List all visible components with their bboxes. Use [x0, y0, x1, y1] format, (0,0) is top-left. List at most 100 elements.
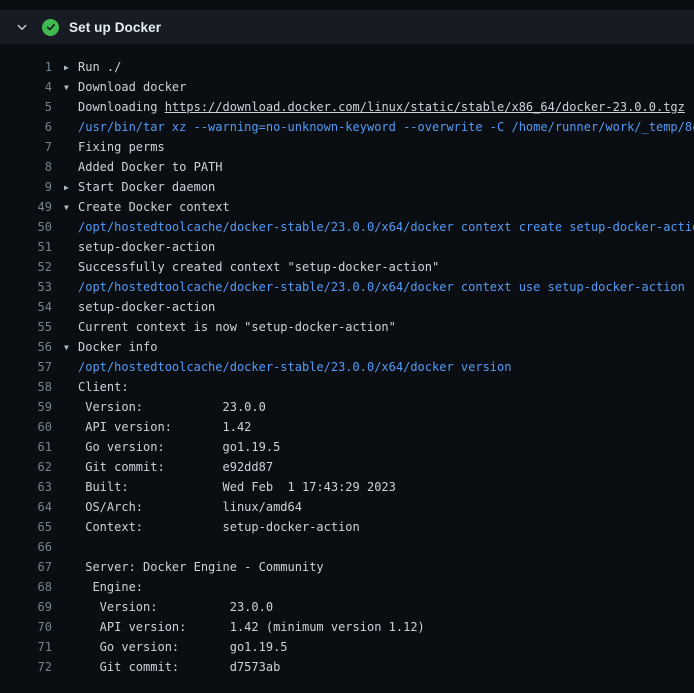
line-number[interactable]: 50	[0, 217, 52, 237]
line-number[interactable]: 69	[0, 597, 52, 617]
line-number[interactable]: 59	[0, 397, 52, 417]
log-line: 58 Client:	[0, 377, 694, 397]
group-title[interactable]: Start Docker daemon	[78, 180, 215, 194]
line-number[interactable]: 60	[0, 417, 52, 437]
log-text: Fixing perms	[64, 137, 694, 157]
step-title: Set up Docker	[69, 20, 161, 35]
log-text: API version: 1.42 (minimum version 1.12)	[64, 617, 694, 637]
log-line: 63 Built: Wed Feb 1 17:43:29 2023	[0, 477, 694, 497]
log-text: Engine:	[64, 577, 694, 597]
line-number[interactable]: 52	[0, 257, 52, 277]
log-group-row: 1 ▶Run ./	[0, 57, 694, 77]
log-text: Git commit: d7573ab	[64, 657, 694, 677]
triangle-down-icon[interactable]: ▼	[64, 198, 78, 217]
log-line: 6/usr/bin/tar xz --warning=no-unknown-ke…	[0, 117, 694, 137]
line-number[interactable]: 70	[0, 617, 52, 637]
log-text: Current context is now "setup-docker-act…	[64, 317, 694, 337]
log-line: 57/opt/hostedtoolcache/docker-stable/23.…	[0, 357, 694, 377]
line-number[interactable]: 64	[0, 497, 52, 517]
success-check-icon	[42, 19, 59, 36]
log-line: 60 API version: 1.42	[0, 417, 694, 437]
log-group-row: 9 ▶Start Docker daemon	[0, 177, 694, 197]
log-text-prefix: Downloading	[78, 100, 165, 114]
log-line: 7 Fixing perms	[0, 137, 694, 157]
line-number[interactable]: 1	[0, 57, 52, 77]
log-line: 62 Git commit: e92dd87	[0, 457, 694, 477]
group-title[interactable]: Run ./	[78, 60, 121, 74]
line-number[interactable]: 9	[0, 177, 52, 197]
log-text: Client:	[64, 377, 694, 397]
log-text: Context: setup-docker-action	[64, 517, 694, 537]
log-text: Git commit: e92dd87	[64, 457, 694, 477]
group-title[interactable]: Docker info	[78, 340, 157, 354]
line-number[interactable]: 4	[0, 77, 52, 97]
line-number[interactable]: 61	[0, 437, 52, 457]
log-text	[64, 537, 694, 557]
log-line: 54setup-docker-action	[0, 297, 694, 317]
log-command-text: /opt/hostedtoolcache/docker-stable/23.0.…	[64, 217, 694, 237]
log-line: 55 Current context is now "setup-docker-a…	[0, 317, 694, 337]
line-number[interactable]: 63	[0, 477, 52, 497]
line-number[interactable]: 57	[0, 357, 52, 377]
line-number[interactable]: 72	[0, 657, 52, 677]
log-line: 65 Context: setup-docker-action	[0, 517, 694, 537]
line-number[interactable]: 8	[0, 157, 52, 177]
line-number[interactable]: 56	[0, 337, 52, 357]
log-link[interactable]: https://download.docker.com/linux/static…	[165, 100, 685, 114]
log-line: 53/opt/hostedtoolcache/docker-stable/23.…	[0, 277, 694, 297]
log-text: Version: 23.0.0	[64, 597, 694, 617]
log-text: OS/Arch: linux/amd64	[64, 497, 694, 517]
log-text: Go version: go1.19.5	[64, 437, 694, 457]
log-line: 72 Git commit: d7573ab	[0, 657, 694, 677]
log-text: Server: Docker Engine - Community	[64, 557, 694, 577]
log-line: 59 Version: 23.0.0	[0, 397, 694, 417]
log-line: 68 Engine:	[0, 577, 694, 597]
line-number[interactable]: 6	[0, 117, 52, 137]
line-number[interactable]: 65	[0, 517, 52, 537]
log: 1▶Run ./4▼Download docker5Downloading ht…	[0, 44, 694, 677]
line-number[interactable]: 7	[0, 137, 52, 157]
triangle-right-icon[interactable]: ▶	[64, 58, 78, 77]
line-number[interactable]: 55	[0, 317, 52, 337]
group-title[interactable]: Create Docker context	[78, 200, 230, 214]
chevron-down-icon[interactable]	[14, 19, 30, 35]
log-text: API version: 1.42	[64, 417, 694, 437]
log-line: 66	[0, 537, 694, 557]
line-number[interactable]: 51	[0, 237, 52, 257]
line-number[interactable]: 53	[0, 277, 52, 297]
line-number[interactable]: 54	[0, 297, 52, 317]
log-group-row: 56 ▼Docker info	[0, 337, 694, 357]
line-number[interactable]: 5	[0, 97, 52, 117]
group-title[interactable]: Download docker	[78, 80, 186, 94]
log-line: 69 Version: 23.0.0	[0, 597, 694, 617]
log-command-text: /usr/bin/tar xz --warning=no-unknown-key…	[64, 117, 694, 137]
log-line: 8 Added Docker to PATH	[0, 157, 694, 177]
log-text: setup-docker-action	[64, 237, 694, 257]
triangle-down-icon[interactable]: ▼	[64, 78, 78, 97]
log-text: Added Docker to PATH	[64, 157, 694, 177]
line-number[interactable]: 66	[0, 537, 52, 557]
log-line: 5 Downloading https://download.docker.com…	[0, 97, 694, 117]
triangle-down-icon[interactable]: ▼	[64, 338, 78, 357]
log-line: 61 Go version: go1.19.5	[0, 437, 694, 457]
triangle-right-icon[interactable]: ▶	[64, 178, 78, 197]
log-line: 64 OS/Arch: linux/amd64	[0, 497, 694, 517]
log-line: 67 Server: Docker Engine - Community	[0, 557, 694, 577]
log-command-text: /opt/hostedtoolcache/docker-stable/23.0.…	[64, 277, 694, 297]
log-line: 71 Go version: go1.19.5	[0, 637, 694, 657]
log-line: 70 API version: 1.42 (minimum version 1.…	[0, 617, 694, 637]
line-number[interactable]: 62	[0, 457, 52, 477]
log-text: Version: 23.0.0	[64, 397, 694, 417]
log-line: 52Successfully created context "setup-do…	[0, 257, 694, 277]
line-number[interactable]: 49	[0, 197, 52, 217]
line-number[interactable]: 67	[0, 557, 52, 577]
step-header[interactable]: Set up Docker	[0, 10, 694, 44]
line-number[interactable]: 58	[0, 377, 52, 397]
log-text: Built: Wed Feb 1 17:43:29 2023	[64, 477, 694, 497]
line-number[interactable]: 71	[0, 637, 52, 657]
log-group-row: 49 ▼Create Docker context	[0, 197, 694, 217]
log-command-text: /opt/hostedtoolcache/docker-stable/23.0.…	[64, 357, 694, 377]
line-number[interactable]: 68	[0, 577, 52, 597]
log-line: 50/opt/hostedtoolcache/docker-stable/23.…	[0, 217, 694, 237]
log-group-row: 4 ▼Download docker	[0, 77, 694, 97]
